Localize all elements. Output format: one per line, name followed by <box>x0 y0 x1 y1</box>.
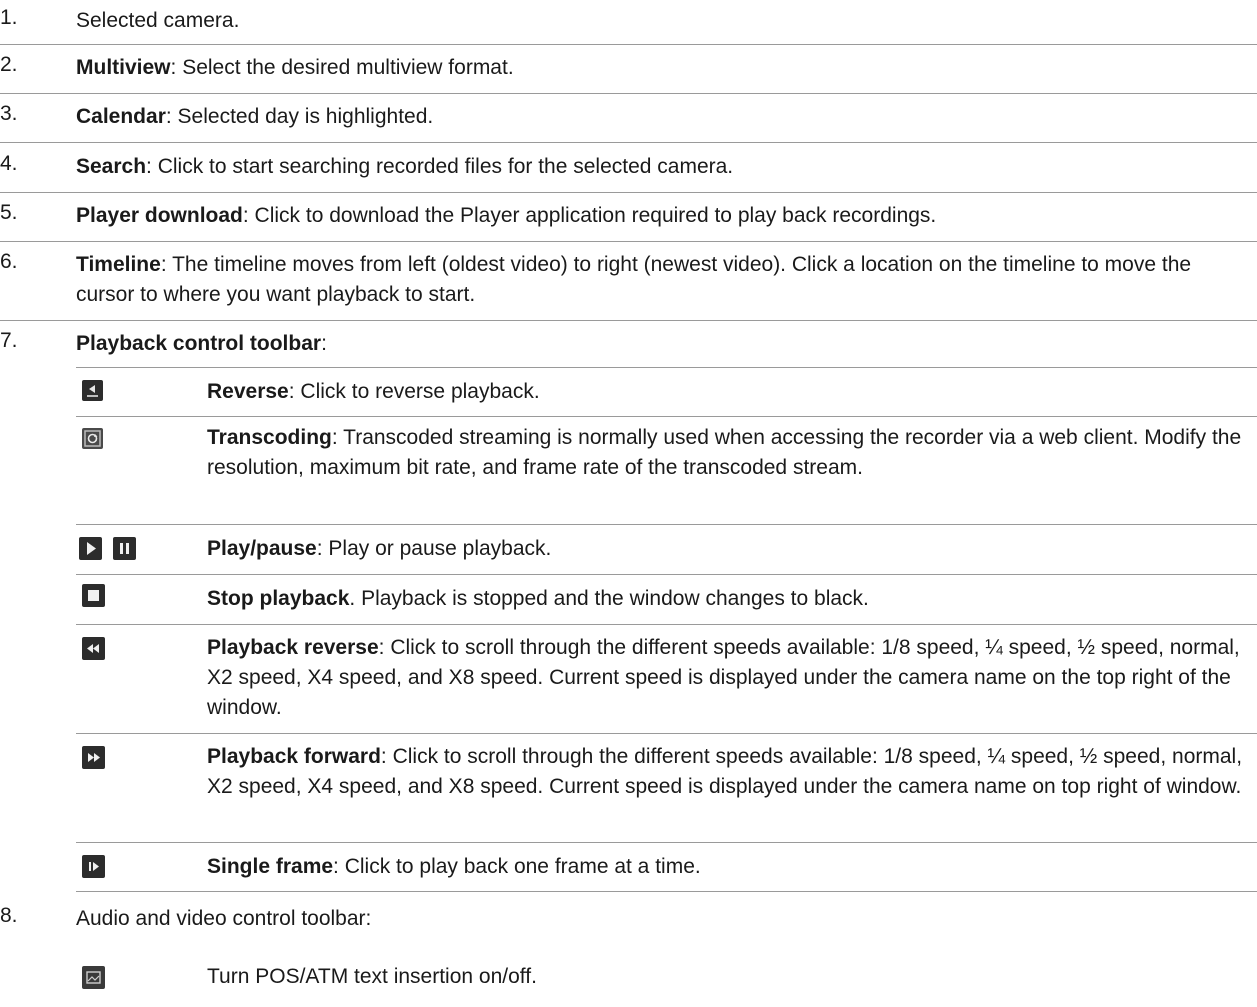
item-text: Multiview: Select the desired multiview … <box>76 56 514 79</box>
item-number: 6. <box>0 250 18 273</box>
item-text: Timeline: The timeline moves from left (… <box>76 253 1192 306</box>
list-item-4: 4. Search: Click to start searching reco… <box>0 142 1257 193</box>
control-row-playback-forward: Playback forward: Click to scroll throug… <box>76 734 1257 843</box>
rewind-icon[interactable] <box>82 637 105 660</box>
item-text: Selected camera. <box>76 9 240 32</box>
item-number: 2. <box>0 53 18 76</box>
stop-icon[interactable] <box>82 584 105 607</box>
item-number: 5. <box>0 201 18 224</box>
control-text: Transcoding: Transcoded streaming is nor… <box>207 426 1242 479</box>
item-text: Search: Click to start searching recorde… <box>76 155 734 178</box>
item-number: 4. <box>0 152 18 175</box>
item-text: Calendar: Selected day is highlighted. <box>76 105 434 128</box>
control-row-playback-reverse: Playback reverse: Click to scroll throug… <box>76 625 1257 734</box>
control-text: Reverse: Click to reverse playback. <box>207 380 540 403</box>
item-number: 1. <box>0 6 18 29</box>
control-text: Play/pause: Play or pause playback. <box>207 537 552 560</box>
control-row-stop: Stop playback. Playback is stopped and t… <box>76 575 1257 625</box>
play-icon[interactable] <box>79 537 102 560</box>
control-row-reverse: Reverse: Click to reverse playback. <box>76 367 1257 417</box>
audio-video-row-pos-atm: Turn POS/ATM text insertion on/off. <box>76 948 1257 1007</box>
reverse-icon <box>82 380 103 401</box>
item-text: Playback control toolbar: <box>76 332 327 355</box>
control-text: Playback forward: Click to scroll throug… <box>207 745 1243 798</box>
list-item-5: 5. Player download: Click to download th… <box>0 192 1257 242</box>
audio-video-text: Turn POS/ATM text insertion on/off. <box>207 965 537 988</box>
control-text: Stop playback. Playback is stopped and t… <box>207 587 869 610</box>
list-item-1: 1. Selected camera. <box>0 0 1257 45</box>
fast-forward-icon[interactable] <box>82 746 105 769</box>
transcoding-icon <box>82 428 103 449</box>
list-item-3: 3. Calendar: Selected day is highlighted… <box>0 93 1257 143</box>
control-text: Single frame: Click to play back one fra… <box>207 855 701 878</box>
control-row-play-pause: Play/pause: Play or pause playback. <box>76 525 1257 575</box>
item-number: 7. <box>0 329 18 352</box>
control-text: Playback reverse: Click to scroll throug… <box>207 636 1240 719</box>
list-item-7: 7. Playback control toolbar: <box>0 320 1257 367</box>
item-text: Audio and video control toolbar: <box>76 907 372 930</box>
list-item-8: 8. Audio and video control toolbar: <box>0 892 1257 948</box>
item-number: 3. <box>0 102 18 125</box>
item-text: Player download: Click to download the P… <box>76 204 937 227</box>
item-number: 8. <box>0 904 18 927</box>
list-item-6: 6. Timeline: The timeline moves from lef… <box>0 241 1257 321</box>
control-row-transcoding: Transcoding: Transcoded streaming is nor… <box>76 416 1257 525</box>
pause-icon[interactable] <box>113 537 136 560</box>
pos-atm-icon[interactable] <box>82 966 105 989</box>
list-item-2: 2. Multiview: Select the desired multivi… <box>0 44 1257 94</box>
single-frame-icon[interactable] <box>82 855 105 878</box>
control-row-single-frame: Single frame: Click to play back one fra… <box>76 843 1257 892</box>
